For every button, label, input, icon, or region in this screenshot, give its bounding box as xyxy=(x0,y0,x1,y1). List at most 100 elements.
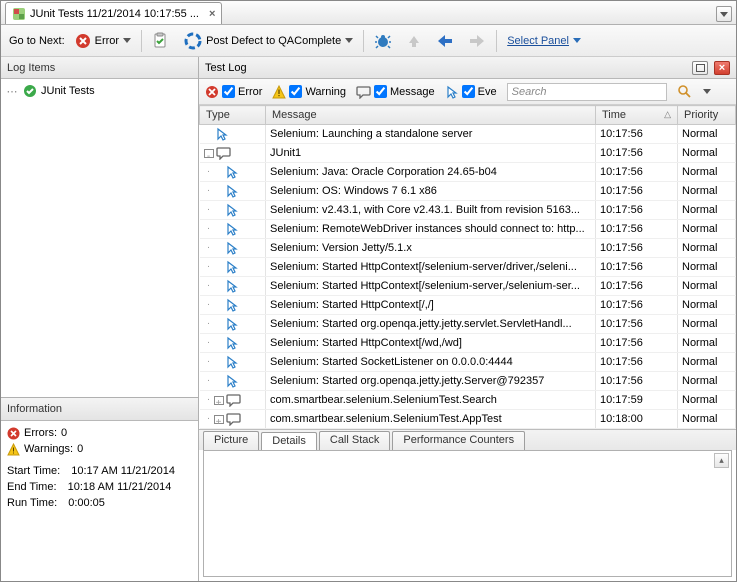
type-cell: · xyxy=(200,334,266,353)
bug-button[interactable] xyxy=(370,30,396,52)
table-row[interactable]: ·Selenium: Started HttpContext[/selenium… xyxy=(200,277,736,296)
logitems-tree[interactable]: ⋯ JUnit Tests xyxy=(1,79,198,397)
filter-warning-checkbox[interactable] xyxy=(289,85,302,98)
arrow-left-icon xyxy=(436,33,454,49)
search-placeholder: Search xyxy=(512,86,547,98)
table-row[interactable]: ·Selenium: Java: Oracle Corporation 24.6… xyxy=(200,163,736,182)
select-panel-menu[interactable]: Select Panel xyxy=(503,33,585,49)
expand-button[interactable]: + xyxy=(214,396,224,405)
filter-error[interactable]: Error xyxy=(205,85,262,99)
search-options-button[interactable] xyxy=(703,89,711,94)
type-cell: · xyxy=(200,201,266,220)
priority-cell: Normal xyxy=(678,334,736,353)
tab-callstack[interactable]: Call Stack xyxy=(319,431,391,450)
end-time-label: End Time: xyxy=(7,479,57,495)
scroll-up-button[interactable]: ▴ xyxy=(714,453,729,468)
col-time-header[interactable]: Time△ xyxy=(596,106,678,125)
expand-button[interactable]: + xyxy=(214,415,224,424)
message-cell: Selenium: Started HttpContext[/,/] xyxy=(266,296,596,315)
priority-cell: Normal xyxy=(678,201,736,220)
priority-cell: Normal xyxy=(678,163,736,182)
errors-value: 0 xyxy=(61,425,67,441)
col-message-header[interactable]: Message xyxy=(266,106,596,125)
tree-connector: ⋯ xyxy=(5,85,19,98)
type-cell: · xyxy=(200,239,266,258)
type-cell: · xyxy=(200,163,266,182)
table-row[interactable]: Selenium: Launching a standalone server1… xyxy=(200,125,736,144)
table-row[interactable]: ·Selenium: RemoteWebDriver instances sho… xyxy=(200,220,736,239)
filter-error-label: Error xyxy=(238,86,262,98)
maximize-icon xyxy=(696,64,705,72)
filter-event[interactable]: Eve xyxy=(445,85,497,99)
close-button[interactable]: × xyxy=(714,61,730,75)
tab-performance[interactable]: Performance Counters xyxy=(392,431,525,450)
details-area[interactable]: ▴ xyxy=(203,450,732,577)
log-table-wrap[interactable]: Type Message Time△ Priority Selenium: La… xyxy=(199,105,736,429)
message-cell: Selenium: RemoteWebDriver instances shou… xyxy=(266,220,596,239)
window-tabstrip: JUnit Tests 11/21/2014 10:17:55 ... × xyxy=(1,1,736,25)
time-cell: 10:18:00 xyxy=(596,410,678,429)
priority-cell: Normal xyxy=(678,144,736,163)
collapse-button[interactable]: - xyxy=(204,149,214,158)
tab-picture[interactable]: Picture xyxy=(203,431,259,450)
select-panel-label: Select Panel xyxy=(507,35,569,47)
filter-message-checkbox[interactable] xyxy=(374,85,387,98)
message-cell: Selenium: Launching a standalone server xyxy=(266,125,596,144)
table-row[interactable]: ·+com.smartbear.selenium.SeleniumTest.Se… xyxy=(200,391,736,410)
filter-warning[interactable]: Warning xyxy=(272,85,346,99)
table-row[interactable]: ·+com.smartbear.selenium.SeleniumTest.Ap… xyxy=(200,410,736,429)
message-cell: Selenium: Started org.openqa.jetty.jetty… xyxy=(266,372,596,391)
cursor-icon xyxy=(225,374,239,388)
table-row[interactable]: ·Selenium: Started HttpContext[/selenium… xyxy=(200,258,736,277)
nav-up-button[interactable] xyxy=(402,31,426,51)
filter-event-label: Eve xyxy=(478,86,497,98)
message-cell: JUnit1 xyxy=(266,144,596,163)
col-type-header[interactable]: Type xyxy=(200,106,266,125)
post-defect-button[interactable]: Post Defect to QAComplete xyxy=(180,30,357,52)
type-cell: · xyxy=(200,277,266,296)
table-row[interactable]: ·Selenium: Started org.openqa.jetty.jett… xyxy=(200,315,736,334)
nav-forward-button[interactable] xyxy=(464,31,490,51)
search-input[interactable]: Search xyxy=(507,83,667,101)
cursor-icon xyxy=(225,165,239,179)
table-row[interactable]: ·Selenium: Started org.openqa.jetty.jett… xyxy=(200,372,736,391)
message-cell: com.smartbear.selenium.SeleniumTest.AppT… xyxy=(266,410,596,429)
priority-cell: Normal xyxy=(678,353,736,372)
tab-close-button[interactable]: × xyxy=(209,8,215,20)
filter-message[interactable]: Message xyxy=(356,85,435,99)
table-row[interactable]: -JUnit110:17:56Normal xyxy=(200,144,736,163)
table-row[interactable]: ·Selenium: Started HttpContext[/,/]10:17… xyxy=(200,296,736,315)
search-icon[interactable] xyxy=(677,84,693,100)
message-cell: Selenium: Started SocketListener on 0.0.… xyxy=(266,353,596,372)
run-time-label: Run Time: xyxy=(7,495,57,511)
time-cell: 10:17:56 xyxy=(596,239,678,258)
tree-root-item[interactable]: ⋯ JUnit Tests xyxy=(3,83,196,99)
filter-event-checkbox[interactable] xyxy=(462,85,475,98)
cursor-icon xyxy=(445,85,459,99)
start-time-label: Start Time: xyxy=(7,463,60,479)
time-cell: 10:17:56 xyxy=(596,372,678,391)
table-row[interactable]: ·Selenium: Started SocketListener on 0.0… xyxy=(200,353,736,372)
window-tab-active[interactable]: JUnit Tests 11/21/2014 10:17:55 ... × xyxy=(5,2,222,24)
filter-error-checkbox[interactable] xyxy=(222,85,235,98)
information-panel: Information Errors: 0 Warnings: 0 Start … xyxy=(1,397,198,515)
tab-details[interactable]: Details xyxy=(261,432,317,451)
table-row[interactable]: ·Selenium: v2.43.1, with Core v2.43.1. B… xyxy=(200,201,736,220)
table-row[interactable]: ·Selenium: OS: Windows 7 6.1 x8610:17:56… xyxy=(200,182,736,201)
bubble-icon xyxy=(216,146,231,160)
priority-cell: Normal xyxy=(678,277,736,296)
clipboard-button[interactable] xyxy=(148,30,174,52)
junit-icon xyxy=(12,7,26,21)
tabstrip-menu-button[interactable] xyxy=(716,6,732,22)
message-cell: Selenium: Version Jetty/5.1.x xyxy=(266,239,596,258)
col-priority-header[interactable]: Priority xyxy=(678,106,736,125)
maximize-button[interactable] xyxy=(692,61,708,75)
information-title: Information xyxy=(1,398,198,421)
message-cell: Selenium: Started org.openqa.jetty.jetty… xyxy=(266,315,596,334)
type-cell: · xyxy=(200,182,266,201)
message-cell: Selenium: OS: Windows 7 6.1 x86 xyxy=(266,182,596,201)
nav-back-button[interactable] xyxy=(432,31,458,51)
table-row[interactable]: ·Selenium: Version Jetty/5.1.x10:17:56No… xyxy=(200,239,736,258)
table-row[interactable]: ·Selenium: Started HttpContext[/wd,/wd]1… xyxy=(200,334,736,353)
goto-error-button[interactable]: Error xyxy=(71,31,135,51)
